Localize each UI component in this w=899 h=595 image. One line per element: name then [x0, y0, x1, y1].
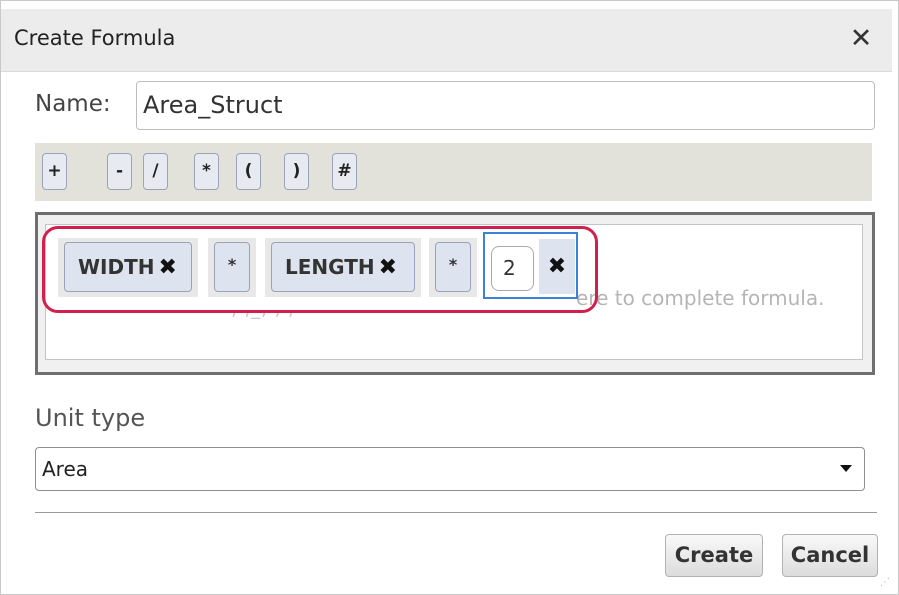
- cancel-button[interactable]: Cancel: [782, 534, 878, 577]
- create-formula-dialog: Create Formula ✕ Name: Area_Struct + - /…: [0, 0, 899, 595]
- divider: [35, 512, 877, 513]
- close-icon[interactable]: ✕: [848, 19, 874, 59]
- dialog-titlebar: Create Formula ✕: [1, 9, 892, 72]
- create-button[interactable]: Create: [665, 534, 763, 577]
- unit-type-selected: Area: [42, 457, 89, 481]
- chevron-down-icon: [840, 465, 852, 472]
- dialog-title: Create Formula: [14, 26, 176, 50]
- operator-divide-button[interactable]: /: [143, 153, 168, 190]
- resize-grip-icon[interactable]: ⋰: [880, 576, 894, 590]
- operator-minus-button[interactable]: -: [107, 153, 132, 190]
- operator-toolbar: + - / * ( ) #: [35, 143, 872, 201]
- unit-type-label: Unit type: [35, 404, 146, 432]
- operator-open-paren-button[interactable]: (: [236, 153, 261, 190]
- operator-plus-button[interactable]: +: [42, 153, 67, 190]
- operator-close-paren-button[interactable]: ): [284, 153, 309, 190]
- name-label: Name:: [35, 91, 111, 117]
- unit-type-select[interactable]: Area: [35, 447, 865, 491]
- name-input[interactable]: Area_Struct: [136, 81, 875, 130]
- formula-hint-text: ere to complete formula.: [576, 286, 825, 310]
- highlight-annotation: [42, 226, 598, 313]
- operator-number-button[interactable]: #: [332, 153, 357, 190]
- operator-multiply-button[interactable]: *: [194, 153, 219, 190]
